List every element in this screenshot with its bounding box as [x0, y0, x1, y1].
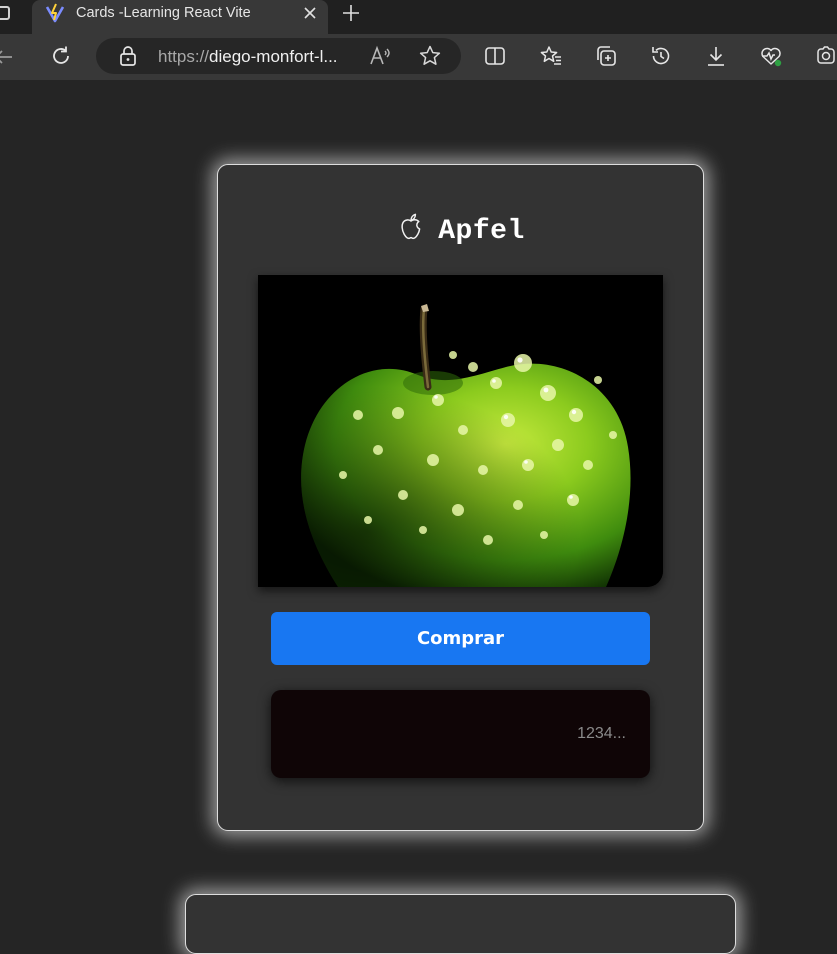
new-tab-icon[interactable] — [341, 3, 361, 23]
apple-illustration — [258, 275, 663, 587]
card-header: Apfel — [218, 209, 705, 253]
apple-logo-icon — [401, 213, 421, 240]
browser-tab[interactable]: Cards -Learning React Vite — [32, 0, 328, 34]
address-bar[interactable]: https://diego-monfort-l... — [96, 38, 461, 74]
close-icon[interactable] — [302, 5, 318, 21]
back-icon[interactable] — [0, 45, 16, 69]
favorites-icon[interactable] — [539, 44, 563, 68]
refresh-icon[interactable] — [49, 44, 73, 68]
url-text: https://diego-monfort-l... — [158, 47, 338, 67]
favorite-star-icon[interactable] — [418, 44, 442, 68]
window-icon[interactable] — [0, 6, 10, 20]
browser-toolbar: https://diego-monfort-l... — [0, 34, 837, 80]
history-icon[interactable] — [649, 44, 673, 68]
read-aloud-icon[interactable] — [368, 44, 392, 68]
buy-button[interactable]: Comprar — [271, 612, 650, 665]
product-image — [258, 275, 663, 587]
next-product-card — [185, 894, 736, 954]
url-host: diego-monfort-l... — [209, 47, 338, 66]
page-content: Apfel Comprar 1234... — [0, 80, 837, 954]
url-scheme: https:// — [158, 47, 210, 66]
code-input[interactable] — [271, 690, 650, 778]
vite-favicon — [45, 3, 65, 23]
card-title: Apfel — [438, 215, 525, 247]
downloads-icon[interactable] — [704, 44, 728, 68]
tab-strip: Cards -Learning React Vite — [0, 0, 837, 34]
product-card: Apfel Comprar 1234... — [217, 164, 704, 831]
screenshot-icon[interactable] — [814, 44, 837, 68]
collections-icon[interactable] — [594, 44, 618, 68]
lock-icon[interactable] — [116, 44, 140, 68]
split-screen-icon[interactable] — [483, 44, 507, 68]
tab-title: Cards -Learning React Vite — [76, 5, 251, 21]
browser-essentials-icon[interactable] — [759, 44, 783, 68]
